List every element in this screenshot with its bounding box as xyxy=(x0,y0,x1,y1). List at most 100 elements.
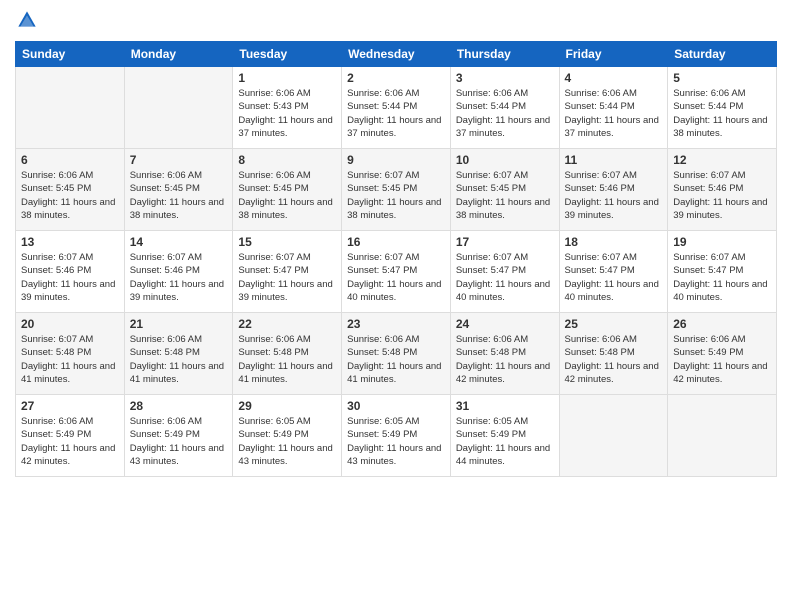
day-number: 8 xyxy=(238,153,336,167)
day-content: Sunrise: 6:06 AM Sunset: 5:43 PM Dayligh… xyxy=(238,87,336,140)
day-number: 23 xyxy=(347,317,445,331)
calendar-header-cell: Monday xyxy=(124,42,233,67)
day-number: 25 xyxy=(565,317,663,331)
day-number: 31 xyxy=(456,399,554,413)
day-content: Sunrise: 6:07 AM Sunset: 5:46 PM Dayligh… xyxy=(130,251,228,304)
calendar-cell: 11 Sunrise: 6:07 AM Sunset: 5:46 PM Dayli… xyxy=(559,149,668,231)
calendar-cell: 2 Sunrise: 6:06 AM Sunset: 5:44 PM Daylig… xyxy=(342,67,451,149)
day-content: Sunrise: 6:07 AM Sunset: 5:47 PM Dayligh… xyxy=(238,251,336,304)
day-number: 1 xyxy=(238,71,336,85)
calendar-cell: 25Sunrise: 6:06 AM Sunset: 5:48 PM Dayli… xyxy=(559,313,668,395)
day-number: 9 xyxy=(347,153,445,167)
day-content: Sunrise: 6:06 AM Sunset: 5:48 PM Dayligh… xyxy=(238,333,336,386)
calendar-cell: 9 Sunrise: 6:07 AM Sunset: 5:45 PM Daylig… xyxy=(342,149,451,231)
day-content: Sunrise: 6:06 AM Sunset: 5:45 PM Dayligh… xyxy=(130,169,228,222)
day-number: 11 xyxy=(565,153,663,167)
day-number: 15 xyxy=(238,235,336,249)
calendar-cell xyxy=(559,395,668,477)
day-content: Sunrise: 6:07 AM Sunset: 5:47 PM Dayligh… xyxy=(456,251,554,304)
day-number: 6 xyxy=(21,153,119,167)
calendar-cell: 12 Sunrise: 6:07 AM Sunset: 5:46 PM Dayli… xyxy=(668,149,777,231)
calendar-cell: 13 Sunrise: 6:07 AM Sunset: 5:46 PM Dayli… xyxy=(16,231,125,313)
calendar-cell: 22 Sunrise: 6:06 AM Sunset: 5:48 PM Dayli… xyxy=(233,313,342,395)
day-content: Sunrise: 6:07 AM Sunset: 5:46 PM Dayligh… xyxy=(565,169,663,222)
day-number: 19 xyxy=(673,235,771,249)
calendar-cell: 20 Sunrise: 6:07 AM Sunset: 5:48 PM Dayli… xyxy=(16,313,125,395)
day-number: 4 xyxy=(565,71,663,85)
calendar-cell: 15 Sunrise: 6:07 AM Sunset: 5:47 PM Dayli… xyxy=(233,231,342,313)
day-content: Sunrise: 6:06 AM Sunset: 5:49 PM Dayligh… xyxy=(130,415,228,468)
calendar-table: SundayMondayTuesdayWednesdayThursdayFrid… xyxy=(15,41,777,477)
calendar-cell: 8 Sunrise: 6:06 AM Sunset: 5:45 PM Daylig… xyxy=(233,149,342,231)
logo-icon xyxy=(17,10,37,30)
calendar-cell: 28 Sunrise: 6:06 AM Sunset: 5:49 PM Dayli… xyxy=(124,395,233,477)
day-number: 10 xyxy=(456,153,554,167)
calendar-cell: 19 Sunrise: 6:07 AM Sunset: 5:47 PM Dayli… xyxy=(668,231,777,313)
day-content: Sunrise: 6:07 AM Sunset: 5:48 PM Dayligh… xyxy=(21,333,119,386)
calendar-cell: 1 Sunrise: 6:06 AM Sunset: 5:43 PM Daylig… xyxy=(233,67,342,149)
calendar-cell: 5Sunrise: 6:06 AM Sunset: 5:44 PM Daylig… xyxy=(668,67,777,149)
day-content: Sunrise: 6:05 AM Sunset: 5:49 PM Dayligh… xyxy=(238,415,336,468)
day-content: Sunrise: 6:06 AM Sunset: 5:48 PM Dayligh… xyxy=(456,333,554,386)
day-content: Sunrise: 6:05 AM Sunset: 5:49 PM Dayligh… xyxy=(456,415,554,468)
day-number: 29 xyxy=(238,399,336,413)
day-number: 17 xyxy=(456,235,554,249)
day-content: Sunrise: 6:06 AM Sunset: 5:44 PM Dayligh… xyxy=(347,87,445,140)
calendar-cell: 23Sunrise: 6:06 AM Sunset: 5:48 PM Dayli… xyxy=(342,313,451,395)
day-content: Sunrise: 6:05 AM Sunset: 5:49 PM Dayligh… xyxy=(347,415,445,468)
day-content: Sunrise: 6:07 AM Sunset: 5:45 PM Dayligh… xyxy=(347,169,445,222)
calendar-header-cell: Friday xyxy=(559,42,668,67)
calendar-cell: 7 Sunrise: 6:06 AM Sunset: 5:45 PM Daylig… xyxy=(124,149,233,231)
day-content: Sunrise: 6:06 AM Sunset: 5:45 PM Dayligh… xyxy=(21,169,119,222)
calendar-header-row: SundayMondayTuesdayWednesdayThursdayFrid… xyxy=(16,42,777,67)
day-content: Sunrise: 6:07 AM Sunset: 5:45 PM Dayligh… xyxy=(456,169,554,222)
calendar-cell xyxy=(16,67,125,149)
calendar-week-row: 20 Sunrise: 6:07 AM Sunset: 5:48 PM Dayli… xyxy=(16,313,777,395)
calendar-week-row: 6 Sunrise: 6:06 AM Sunset: 5:45 PM Daylig… xyxy=(16,149,777,231)
day-number: 20 xyxy=(21,317,119,331)
day-number: 16 xyxy=(347,235,445,249)
calendar-cell: 18Sunrise: 6:07 AM Sunset: 5:47 PM Dayli… xyxy=(559,231,668,313)
day-content: Sunrise: 6:06 AM Sunset: 5:45 PM Dayligh… xyxy=(238,169,336,222)
calendar-header-cell: Saturday xyxy=(668,42,777,67)
day-number: 7 xyxy=(130,153,228,167)
calendar-body: 1 Sunrise: 6:06 AM Sunset: 5:43 PM Daylig… xyxy=(16,67,777,477)
day-content: Sunrise: 6:06 AM Sunset: 5:44 PM Dayligh… xyxy=(456,87,554,140)
day-number: 3 xyxy=(456,71,554,85)
calendar-cell: 24 Sunrise: 6:06 AM Sunset: 5:48 PM Dayli… xyxy=(450,313,559,395)
header xyxy=(15,10,777,33)
day-number: 27 xyxy=(21,399,119,413)
calendar-cell: 16 Sunrise: 6:07 AM Sunset: 5:47 PM Dayli… xyxy=(342,231,451,313)
day-content: Sunrise: 6:06 AM Sunset: 5:49 PM Dayligh… xyxy=(673,333,771,386)
calendar-cell xyxy=(668,395,777,477)
calendar-cell: 31 Sunrise: 6:05 AM Sunset: 5:49 PM Dayli… xyxy=(450,395,559,477)
day-content: Sunrise: 6:07 AM Sunset: 5:46 PM Dayligh… xyxy=(673,169,771,222)
calendar-cell: 3 Sunrise: 6:06 AM Sunset: 5:44 PM Daylig… xyxy=(450,67,559,149)
calendar-cell: 4 Sunrise: 6:06 AM Sunset: 5:44 PM Daylig… xyxy=(559,67,668,149)
day-content: Sunrise: 6:06 AM Sunset: 5:48 PM Dayligh… xyxy=(130,333,228,386)
logo xyxy=(15,10,37,33)
calendar-cell: 6 Sunrise: 6:06 AM Sunset: 5:45 PM Daylig… xyxy=(16,149,125,231)
day-number: 12 xyxy=(673,153,771,167)
calendar-cell: 30Sunrise: 6:05 AM Sunset: 5:49 PM Dayli… xyxy=(342,395,451,477)
day-number: 2 xyxy=(347,71,445,85)
calendar-header-cell: Wednesday xyxy=(342,42,451,67)
day-number: 18 xyxy=(565,235,663,249)
calendar-week-row: 13 Sunrise: 6:07 AM Sunset: 5:46 PM Dayli… xyxy=(16,231,777,313)
day-number: 26 xyxy=(673,317,771,331)
day-content: Sunrise: 6:07 AM Sunset: 5:47 PM Dayligh… xyxy=(673,251,771,304)
calendar-cell: 27 Sunrise: 6:06 AM Sunset: 5:49 PM Dayli… xyxy=(16,395,125,477)
day-content: Sunrise: 6:07 AM Sunset: 5:46 PM Dayligh… xyxy=(21,251,119,304)
calendar-header-cell: Sunday xyxy=(16,42,125,67)
day-number: 21 xyxy=(130,317,228,331)
calendar-cell: 26 Sunrise: 6:06 AM Sunset: 5:49 PM Dayli… xyxy=(668,313,777,395)
day-number: 13 xyxy=(21,235,119,249)
day-number: 22 xyxy=(238,317,336,331)
day-number: 5 xyxy=(673,71,771,85)
day-content: Sunrise: 6:06 AM Sunset: 5:44 PM Dayligh… xyxy=(565,87,663,140)
day-number: 24 xyxy=(456,317,554,331)
day-number: 28 xyxy=(130,399,228,413)
day-number: 14 xyxy=(130,235,228,249)
day-content: Sunrise: 6:06 AM Sunset: 5:49 PM Dayligh… xyxy=(21,415,119,468)
day-content: Sunrise: 6:07 AM Sunset: 5:47 PM Dayligh… xyxy=(347,251,445,304)
